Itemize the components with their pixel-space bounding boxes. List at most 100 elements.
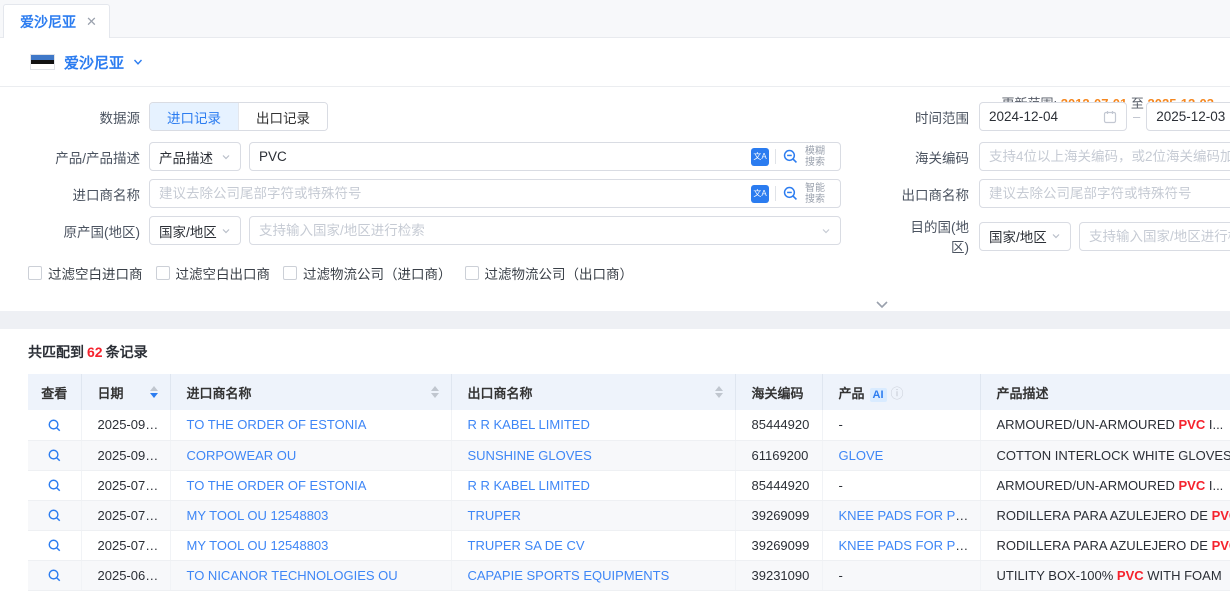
product-type-select[interactable]: 产品描述	[149, 142, 241, 171]
search-mode-label[interactable]: 模糊搜索	[805, 146, 831, 168]
sort-control-exporter[interactable]	[715, 386, 727, 398]
destination-label: 目的国(地区)	[893, 216, 969, 256]
importer-link[interactable]: CORPOWEAR OU	[187, 448, 297, 463]
chevron-down-icon	[221, 226, 231, 236]
date-start-field[interactable]	[979, 102, 1127, 131]
product-link[interactable]: KNEE PADS FOR PVC T...	[839, 508, 981, 523]
col-date[interactable]: 日期	[81, 374, 170, 410]
table-row: 2025-07-10 MY TOOL OU 12548803 TRUPER 39…	[28, 500, 1230, 530]
cell-product: -	[822, 410, 980, 440]
checkbox-icon[interactable]	[28, 266, 42, 280]
checkbox-icon[interactable]	[156, 266, 170, 280]
col-importer-label: 进口商名称	[187, 383, 252, 402]
date-start-input[interactable]	[989, 109, 1103, 124]
view-record-button[interactable]	[47, 538, 62, 553]
translate-icon[interactable]: 文A	[751, 185, 769, 203]
importer-input[interactable]	[159, 186, 751, 201]
divider	[775, 186, 776, 201]
info-icon[interactable]: ⓘ	[891, 386, 904, 401]
cell-date: 2025-09-30	[81, 410, 170, 440]
chevron-down-icon[interactable]	[133, 57, 143, 67]
cell-date: 2025-07-10	[81, 530, 170, 560]
view-record-button[interactable]	[47, 478, 62, 493]
magnifier-icon	[47, 418, 62, 433]
date-end-input[interactable]	[1156, 109, 1230, 124]
product-link[interactable]: GLOVE	[839, 448, 884, 463]
hs-code-field[interactable]	[979, 142, 1230, 171]
exporter-link[interactable]: SUNSHINE GLOVES	[468, 448, 592, 463]
hs-code-input[interactable]	[989, 149, 1230, 164]
cell-hs-code: 39269099	[735, 530, 822, 560]
filter-checkbox[interactable]: 过滤物流公司（进口商）	[283, 263, 452, 283]
view-record-button[interactable]	[47, 418, 62, 433]
product-link[interactable]: KNEE PADS FOR PVC T...	[839, 538, 981, 553]
product-search-field[interactable]: 文A 模糊搜索	[249, 142, 841, 171]
destination-country-input[interactable]	[1089, 229, 1230, 244]
cell-hs-code: 85444920	[735, 410, 822, 440]
checkbox-icon[interactable]	[283, 266, 297, 280]
cell-date: 2025-07-22	[81, 470, 170, 500]
date-end-field[interactable]	[1146, 102, 1230, 131]
tab-estonia[interactable]: 爱沙尼亚 ✕	[3, 4, 110, 38]
destination-select[interactable]: 国家/地区	[979, 222, 1071, 251]
divider	[775, 149, 776, 164]
tab-strip: 爱沙尼亚 ✕	[0, 0, 1230, 38]
view-record-button[interactable]	[47, 508, 62, 523]
col-importer[interactable]: 进口商名称	[170, 374, 451, 410]
filter-checkbox-row: 过滤空白进口商 过滤空白出口商 过滤物流公司（进口商） 过滤物流公司（出口商）	[28, 263, 633, 283]
exporter-input[interactable]	[989, 186, 1230, 201]
exporter-link[interactable]: TRUPER	[468, 508, 521, 523]
match-count: 62	[84, 344, 106, 360]
origin-country-input[interactable]	[259, 223, 821, 238]
filter-checkbox[interactable]: 过滤物流公司（出口商）	[465, 263, 634, 283]
results-summary: 共匹配到62条记录	[0, 342, 1230, 362]
col-exporter[interactable]: 出口商名称	[451, 374, 735, 410]
collapse-panel-handle[interactable]	[842, 297, 922, 311]
summary-prefix: 共匹配到	[28, 344, 84, 360]
col-description: 产品描述	[980, 374, 1230, 410]
importer-link[interactable]: MY TOOL OU 12548803	[187, 508, 329, 523]
col-exporter-label: 出口商名称	[468, 383, 533, 402]
importer-link[interactable]: TO NICANOR TECHNOLOGIES OU	[187, 568, 398, 583]
filter-checkbox[interactable]: 过滤空白出口商	[156, 263, 271, 283]
exporter-link[interactable]: R R KABEL LIMITED	[468, 478, 590, 493]
col-hs-label: 海关编码	[752, 386, 804, 401]
col-product: 产品AIⓘ	[822, 374, 980, 410]
smart-search-icon[interactable]	[782, 185, 799, 202]
importer-field[interactable]: 文A 智能搜索	[149, 179, 841, 208]
checkbox-label: 过滤物流公司（出口商）	[485, 263, 634, 283]
search-mode-label[interactable]: 智能搜索	[805, 183, 831, 205]
exporter-link[interactable]: R R KABEL LIMITED	[468, 417, 590, 432]
importer-link[interactable]: TO THE ORDER OF ESTONIA	[187, 417, 367, 432]
records-table: 查看 日期 进口商名称 出口商名称 海关编码 产品AIⓘ 产品描述 2025-0…	[28, 374, 1230, 591]
country-name[interactable]: 爱沙尼亚	[64, 52, 124, 73]
cell-product: -	[822, 470, 980, 500]
close-icon[interactable]: ✕	[86, 14, 97, 30]
fuzzy-search-icon[interactable]	[782, 148, 799, 165]
importer-link[interactable]: TO THE ORDER OF ESTONIA	[187, 478, 367, 493]
tab-export-records[interactable]: 出口记录	[238, 103, 327, 130]
importer-link[interactable]: MY TOOL OU 12548803	[187, 538, 329, 553]
sort-control-date[interactable]	[150, 386, 162, 398]
magnifier-icon	[47, 568, 62, 583]
filter-checkbox[interactable]: 过滤空白进口商	[28, 263, 143, 283]
exporter-link[interactable]: TRUPER SA DE CV	[468, 538, 585, 553]
view-record-button[interactable]	[47, 568, 62, 583]
translate-icon[interactable]: 文A	[751, 148, 769, 166]
product-search-input[interactable]	[259, 149, 751, 164]
country-header: 爱沙尼亚	[0, 38, 1230, 87]
cell-product: KNEE PADS FOR PVC T...	[822, 530, 980, 560]
checkbox-label: 过滤空白进口商	[48, 263, 143, 283]
origin-label: 原产国(地区)	[28, 221, 140, 241]
section-gap	[0, 311, 1230, 329]
view-record-button[interactable]	[47, 448, 62, 463]
origin-country-field[interactable]	[249, 216, 841, 245]
exporter-field[interactable]	[979, 179, 1230, 208]
exporter-link[interactable]: CAPAPIE SPORTS EQUIPMENTS	[468, 568, 670, 583]
checkbox-icon[interactable]	[465, 266, 479, 280]
sort-control-importer[interactable]	[431, 386, 443, 398]
tab-import-records[interactable]: 进口记录	[150, 103, 238, 130]
time-range-label: 时间范围	[893, 107, 969, 127]
destination-country-field[interactable]	[1079, 222, 1230, 251]
origin-select[interactable]: 国家/地区	[149, 216, 241, 245]
